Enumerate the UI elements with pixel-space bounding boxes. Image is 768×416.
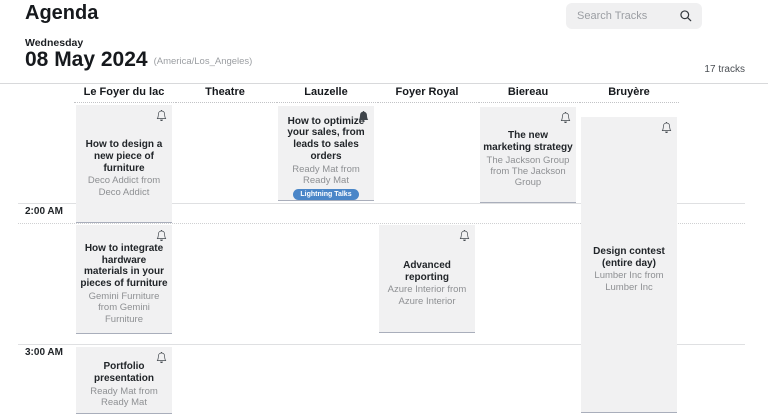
track-info: Advanced reportingAzure Interior from Az… <box>379 225 475 332</box>
track-title: The new marketing strategy <box>483 130 573 154</box>
track-card[interactable]: How to integrate hardware materials in y… <box>76 225 172 334</box>
agenda-page: Agenda Wednesday 08 May 2024(America/Los… <box>0 0 768 416</box>
track-title: Portfolio presentation <box>79 361 169 385</box>
track-card[interactable]: Design contest (entire day)Lumber Inc fr… <box>581 117 677 413</box>
header-divider <box>0 83 768 84</box>
track-speaker: Ready Mat from Ready Mat <box>281 164 371 187</box>
track-title: How to design a new piece of furniture <box>79 139 169 174</box>
track-title: Design contest (entire day) <box>584 246 674 270</box>
bell-icon[interactable] <box>156 228 167 239</box>
track-speaker: Azure Interior from Azure Interior <box>382 284 472 307</box>
page-title: Agenda <box>25 2 98 25</box>
date-heading: 08 May 2024 (America/Los_Angeles) <box>25 48 252 72</box>
track-card[interactable]: Advanced reportingAzure Interior from Az… <box>379 225 475 333</box>
bell-filled-icon[interactable] <box>358 109 369 120</box>
track-speaker: Ready Mat from Ready Mat <box>79 386 169 409</box>
track-speaker: Gemini Furniture from Gemini Furniture <box>79 291 169 325</box>
track-card[interactable]: Portfolio presentationReady Mat from Rea… <box>76 347 172 414</box>
bell-icon[interactable] <box>156 108 167 119</box>
bell-icon[interactable] <box>156 350 167 361</box>
bell-icon[interactable] <box>661 120 672 131</box>
track-info: Design contest (entire day)Lumber Inc fr… <box>581 117 677 412</box>
track-speaker: Deco Addict from Deco Addict <box>79 175 169 198</box>
track-card[interactable]: The new marketing strategyThe Jackson Gr… <box>480 107 576 203</box>
track-card[interactable]: How to design a new piece of furnitureDe… <box>76 105 172 223</box>
time-label: 3:00 AM <box>25 347 63 358</box>
time-label: 2:00 AM <box>25 206 63 217</box>
track-title: How to integrate hardware materials in y… <box>79 243 169 290</box>
track-title: How to optimize your sales, from leads t… <box>281 116 371 163</box>
column-header-lauzelle: Lauzelle <box>276 86 376 103</box>
date-text: 08 May 2024 <box>25 48 148 71</box>
track-card[interactable]: How to optimize your sales, from leads t… <box>278 106 374 201</box>
column-header-bruy-re: Bruyère <box>579 86 679 103</box>
column-header-biereau: Biereau <box>478 86 578 103</box>
track-speaker: Lumber Inc from Lumber Inc <box>584 270 674 293</box>
bell-icon[interactable] <box>459 228 470 239</box>
column-header-theatre: Theatre <box>175 86 275 103</box>
timezone-label: (America/Los_Angeles) <box>154 56 253 67</box>
track-info: How to integrate hardware materials in y… <box>76 225 172 333</box>
track-speaker: The Jackson Group from The Jackson Group <box>483 155 573 189</box>
column-header-foyer-royal: Foyer Royal <box>377 86 477 103</box>
track-info: How to design a new piece of furnitureDe… <box>76 105 172 222</box>
track-title: Advanced reporting <box>382 260 472 284</box>
column-header-le-foyer-du-lac: Le Foyer du lac <box>74 86 174 103</box>
bell-icon[interactable] <box>560 110 571 121</box>
search-icon[interactable] <box>679 9 693 23</box>
tracks-count: 17 tracks <box>704 64 745 75</box>
track-tag-badge: Lightning Talks <box>293 189 358 200</box>
search-box <box>566 3 702 29</box>
